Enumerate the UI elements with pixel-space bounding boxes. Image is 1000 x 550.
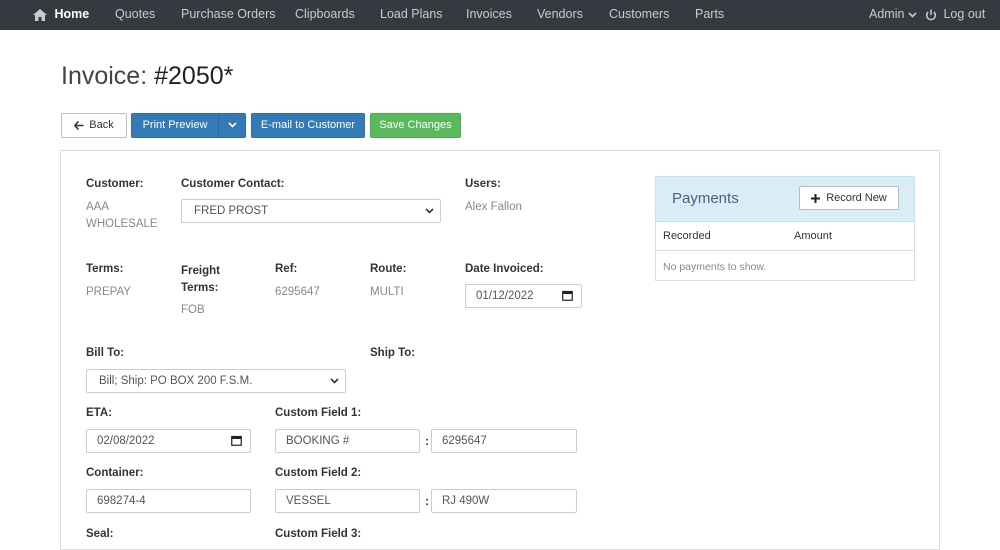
record-new-label: Record New <box>826 192 887 204</box>
customer-value: AAA WHOLESALE <box>86 199 158 233</box>
nav-home-label: Home <box>54 7 90 21</box>
nav-invoices[interactable]: Invoices <box>466 0 512 30</box>
ref-value: 6295647 <box>275 286 320 298</box>
back-label: Back <box>89 119 114 131</box>
plus-icon <box>811 193 821 203</box>
route-value: MULTI <box>370 286 404 298</box>
power-icon <box>925 9 937 20</box>
calendar-icon <box>562 290 573 301</box>
users-label: Users: <box>465 178 501 190</box>
payments-title: Payments <box>672 190 739 207</box>
customer-value-line2: WHOLESALE <box>86 218 158 230</box>
print-preview-button[interactable]: Print Preview <box>131 113 219 138</box>
date-invoiced-value: 01/12/2022 <box>476 290 534 302</box>
payments-table: Recorded Amount No payments to show. <box>655 221 915 281</box>
nav-logout[interactable]: Log out <box>925 0 985 30</box>
custom-field-3-label: Custom Field 3: <box>275 528 362 540</box>
ref-label: Ref: <box>275 263 298 275</box>
route-label: Route: <box>370 263 407 275</box>
custom-field-2-value-input[interactable]: RJ 490W <box>431 489 577 513</box>
bill-to-select[interactable]: Bill; Ship: PO BOX 200 F.S.M. <box>86 369 346 393</box>
seal-label: Seal: <box>86 528 114 540</box>
customer-contact-label: Customer Contact: <box>181 178 285 190</box>
invoice-panel: Customer: AAA WHOLESALE Customer Contact… <box>60 150 940 550</box>
nav-admin-label: Admin <box>869 7 905 21</box>
custom-field-2-key-input[interactable]: VESSEL <box>275 489 420 513</box>
home-icon <box>33 8 47 21</box>
eta-value: 02/08/2022 <box>97 435 155 447</box>
bill-to-label: Bill To: <box>86 347 125 359</box>
nav-vendors[interactable]: Vendors <box>537 0 583 30</box>
chevron-down-icon <box>425 208 434 214</box>
arrow-left-icon <box>73 120 84 130</box>
freight-terms-label: Freight Terms: <box>181 263 220 297</box>
payments-empty-message: No payments to show. <box>663 261 767 273</box>
payments-header: Payments Record New <box>655 176 915 222</box>
nav-customers[interactable]: Customers <box>609 0 669 30</box>
nav-load-plans[interactable]: Load Plans <box>380 0 443 30</box>
date-invoiced-label: Date Invoiced: <box>465 263 544 275</box>
freight-terms-label-line2: Terms: <box>181 282 219 294</box>
col-recorded: Recorded <box>663 230 711 242</box>
page-title: Invoice: #2050* <box>61 62 233 91</box>
nav-home[interactable]: Home <box>33 0 89 30</box>
col-amount: Amount <box>794 230 832 242</box>
customer-value-line1: AAA <box>86 201 110 213</box>
custom-field-1-key-input[interactable]: BOOKING # <box>275 429 420 453</box>
chevron-down-icon <box>330 378 339 384</box>
nav-parts[interactable]: Parts <box>695 0 724 30</box>
container-input[interactable]: 698274-4 <box>86 489 251 513</box>
terms-value: PREPAY <box>86 286 131 298</box>
nav-quotes[interactable]: Quotes <box>115 0 155 30</box>
eta-input[interactable]: 02/08/2022 <box>86 429 251 453</box>
custom-field-1-value-input[interactable]: 6295647 <box>431 429 577 453</box>
nav-purchase-orders[interactable]: Purchase Orders <box>181 0 275 30</box>
eta-label: ETA: <box>86 407 112 419</box>
email-customer-button[interactable]: E-mail to Customer <box>251 113 365 138</box>
top-navbar: Home Quotes Purchase Orders Clipboards L… <box>0 0 1000 30</box>
freight-terms-value: FOB <box>181 304 205 316</box>
record-new-button[interactable]: Record New <box>799 186 899 210</box>
chevron-down-icon <box>908 12 917 18</box>
users-value: Alex Fallon <box>465 201 522 213</box>
customer-contact-value: FRED PROST <box>194 205 269 217</box>
container-label: Container: <box>86 467 144 479</box>
bill-to-value: Bill; Ship: PO BOX 200 F.S.M. <box>99 375 253 387</box>
terms-label: Terms: <box>86 263 124 275</box>
custom-field-1-separator: : <box>425 434 429 448</box>
save-changes-button[interactable]: Save Changes <box>370 113 461 138</box>
custom-field-2-label: Custom Field 2: <box>275 467 362 479</box>
freight-terms-label-line1: Freight <box>181 265 220 277</box>
calendar-icon <box>231 435 242 446</box>
nav-admin-menu[interactable]: Admin <box>869 0 917 30</box>
back-button[interactable]: Back <box>61 113 127 138</box>
page-title-prefix: Invoice: <box>61 62 148 90</box>
date-invoiced-input[interactable]: 01/12/2022 <box>465 284 582 308</box>
chevron-down-icon <box>227 122 237 128</box>
print-preview-dropdown-toggle[interactable] <box>218 113 246 138</box>
nav-clipboards[interactable]: Clipboards <box>295 0 355 30</box>
ship-to-label: Ship To: <box>370 347 416 359</box>
invoice-number: #2050* <box>154 62 234 90</box>
nav-logout-label: Log out <box>943 7 986 21</box>
custom-field-2-separator: : <box>425 494 429 508</box>
customer-label: Customer: <box>86 178 144 190</box>
custom-field-1-label: Custom Field 1: <box>275 407 362 419</box>
payments-table-header: Recorded Amount <box>656 221 914 251</box>
customer-contact-select[interactable]: FRED PROST <box>181 199 441 223</box>
